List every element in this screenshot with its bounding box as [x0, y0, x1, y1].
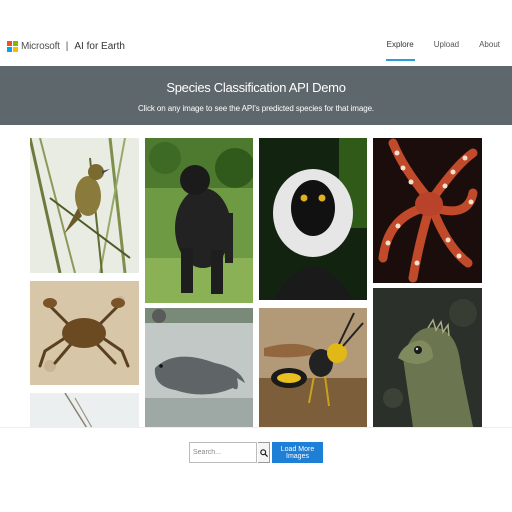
lemur-image [259, 138, 367, 300]
hero-banner: Species Classification API Demo Click on… [0, 66, 512, 125]
bird-image [30, 393, 139, 427]
image-tile-crab[interactable] [30, 281, 139, 385]
nav-explore[interactable]: Explore [385, 40, 415, 61]
tuatara-image [373, 288, 482, 427]
image-tile-gorilla[interactable] [145, 138, 253, 303]
brand-separator: | [65, 40, 69, 52]
image-gallery [0, 125, 512, 427]
page-title: Species Classification API Demo [166, 80, 346, 95]
nav-about[interactable]: About [479, 40, 500, 61]
search-box [189, 442, 270, 463]
brand[interactable]: Microsoft | AI for Earth [7, 39, 125, 53]
wasp-image [259, 308, 367, 427]
search-button[interactable] [258, 442, 270, 463]
search-icon [259, 448, 268, 457]
brand-name: Microsoft [21, 40, 60, 52]
load-more-button[interactable]: Load More Images [272, 442, 323, 463]
page-subtitle: Click on any image to see the API's pred… [137, 104, 375, 113]
product-name: AI for Earth [74, 40, 125, 52]
crab-image [30, 281, 139, 385]
seal-image [145, 308, 253, 427]
search-input[interactable] [189, 442, 257, 463]
image-tile-bird[interactable] [30, 393, 139, 427]
image-tile-octopus[interactable] [373, 138, 482, 283]
nav-links: Explore Upload About [367, 40, 500, 61]
image-tile-tuatara[interactable] [373, 288, 482, 427]
microsoft-logo-icon [7, 40, 18, 52]
top-navbar: Microsoft | AI for Earth Explore Upload … [0, 28, 512, 64]
image-tile-wasp[interactable] [259, 308, 367, 427]
image-tile-seal[interactable] [145, 308, 253, 427]
image-tile-songbird[interactable] [30, 138, 139, 273]
footer-controls: Load More Images [0, 427, 512, 512]
gorilla-image [145, 138, 253, 303]
image-tile-lemur[interactable] [259, 138, 367, 300]
nav-upload[interactable]: Upload [434, 40, 459, 61]
octopus-image [373, 138, 482, 283]
songbird-image [30, 138, 139, 273]
